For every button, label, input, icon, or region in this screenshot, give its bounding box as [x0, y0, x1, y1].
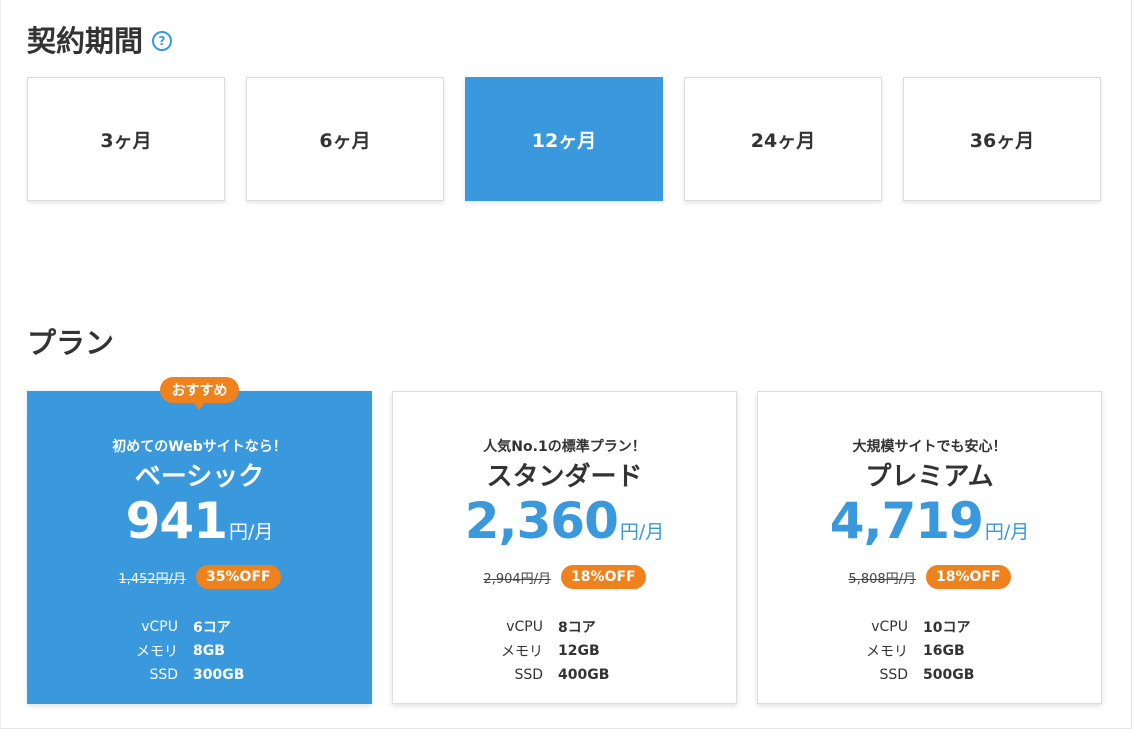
plan-title: プラン	[27, 326, 115, 360]
discount-badge: 35%OFF	[196, 565, 281, 589]
spec-row-ssd: SSD 300GB	[28, 663, 371, 687]
term-option-3-months[interactable]: 3ヶ月	[27, 77, 225, 201]
spec-value: 500GB	[923, 667, 975, 683]
spec-list: vCPU 8コア メモリ 12GB SSD 400GB	[393, 615, 736, 687]
spec-label: SSD	[879, 667, 908, 683]
help-icon[interactable]: ?	[152, 31, 172, 51]
plan-card-premium[interactable]: 大規模サイトでも安心！ プレミアム 4,719 円/月 5,808円/月 18%O…	[757, 391, 1102, 704]
plan-card-basic[interactable]: 初めてのWebサイトなら！ ベーシック 941 円/月 1,452円/月 35%O…	[27, 391, 372, 704]
original-price: 5,808円/月	[848, 571, 917, 587]
spec-label: vCPU	[871, 619, 908, 635]
spec-value: 12GB	[558, 643, 600, 659]
price-row: 4,719 円/月	[758, 492, 1101, 550]
spec-value: 16GB	[923, 643, 965, 659]
spec-value: 10コア	[923, 620, 971, 636]
plan-name: プレミアム	[865, 462, 994, 492]
spec-list: vCPU 10コア メモリ 16GB SSD 500GB	[758, 615, 1101, 687]
spec-label: SSD	[149, 667, 178, 683]
price-row: 941 円/月	[28, 492, 371, 550]
plan-name: ベーシック	[134, 462, 265, 492]
spec-label: vCPU	[141, 619, 178, 635]
plan-price: 2,360	[464, 492, 619, 550]
term-option-24-months[interactable]: 24ヶ月	[684, 77, 882, 201]
discount-row: 2,904円/月 18%OFF	[393, 565, 736, 589]
term-option-36-months[interactable]: 36ヶ月	[903, 77, 1101, 201]
spec-row-vcpu: vCPU 6コア	[28, 615, 371, 639]
spec-row-memory: メモリ 16GB	[758, 639, 1101, 663]
spec-row-vcpu: vCPU 10コア	[758, 615, 1101, 639]
plan-card-standard[interactable]: 人気No.1の標準プラン！ スタンダード 2,360 円/月 2,904円/月 1…	[392, 391, 737, 704]
spec-value: 8コア	[558, 620, 596, 636]
recommended-badge: おすすめ	[160, 377, 239, 410]
price-unit: 円/月	[228, 521, 274, 543]
original-price: 2,904円/月	[483, 571, 552, 587]
price-row: 2,360 円/月	[393, 492, 736, 550]
plan-tagline: 初めてのWebサイトなら！	[112, 439, 287, 455]
price-unit: 円/月	[984, 521, 1030, 543]
discount-row: 1,452円/月 35%OFF	[28, 565, 371, 589]
discount-row: 5,808円/月 18%OFF	[758, 565, 1101, 589]
spec-label: メモリ	[866, 644, 908, 660]
plan-name: スタンダード	[486, 462, 643, 492]
original-price: 1,452円/月	[118, 571, 187, 587]
contract-period-title: 契約期間	[27, 24, 144, 58]
plan-tagline: 人気No.1の標準プラン！	[483, 439, 646, 455]
spec-label: メモリ	[136, 644, 178, 660]
spec-row-ssd: SSD 500GB	[758, 663, 1101, 687]
spec-label: vCPU	[506, 619, 543, 635]
spec-row-vcpu: vCPU 8コア	[393, 615, 736, 639]
discount-badge: 18%OFF	[926, 565, 1011, 589]
spec-label: SSD	[514, 667, 543, 683]
spec-row-memory: メモリ 8GB	[28, 639, 371, 663]
spec-value: 6コア	[193, 620, 231, 636]
plan-price: 941	[125, 492, 228, 550]
spec-row-memory: メモリ 12GB	[393, 639, 736, 663]
spec-label: メモリ	[501, 644, 543, 660]
spec-row-ssd: SSD 400GB	[393, 663, 736, 687]
plan-price: 4,719	[829, 492, 984, 550]
plan-tagline: 大規模サイトでも安心！	[852, 439, 1007, 455]
spec-value: 400GB	[558, 667, 610, 683]
term-option-6-months[interactable]: 6ヶ月	[246, 77, 444, 201]
spec-value: 8GB	[193, 643, 225, 659]
price-unit: 円/月	[619, 521, 665, 543]
term-option-12-months[interactable]: 12ヶ月	[465, 77, 663, 201]
discount-badge: 18%OFF	[561, 565, 646, 589]
spec-list: vCPU 6コア メモリ 8GB SSD 300GB	[28, 615, 371, 687]
spec-value: 300GB	[193, 667, 245, 683]
